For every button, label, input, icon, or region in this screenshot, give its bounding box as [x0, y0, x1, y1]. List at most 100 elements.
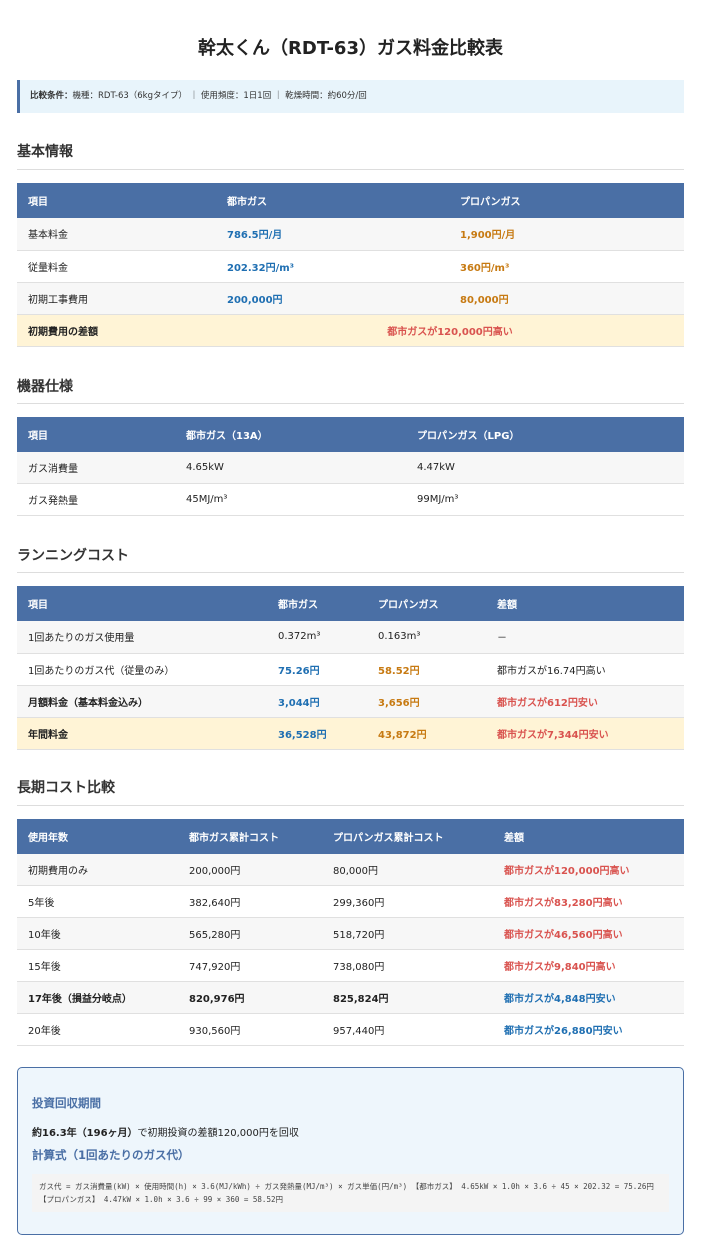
header-cell: 都市ガス（13A）	[175, 416, 406, 452]
longterm-cost-table: 使用年数 都市ガス累計コスト プロパンガス累計コスト 差額 初期費用のみ 200…	[17, 818, 684, 1046]
header-cell: 項目	[17, 416, 175, 452]
section-heading-longterm: 長期コスト比較	[17, 777, 684, 806]
propane-value: 360円/m³	[449, 250, 684, 283]
city-gas-value: 820,976円	[178, 981, 322, 1014]
header-cell: 差額	[493, 818, 684, 854]
table-row: 初期費用のみ 200,000円 80,000円 都市ガスが120,000円高い	[17, 853, 684, 886]
row-label: 15年後	[17, 949, 178, 982]
table-row: 年間料金 36,528円 43,872円 都市ガスが7,344円安い	[17, 717, 684, 750]
propane-value: 738,080円	[322, 949, 493, 982]
formula-block: ガス代 = ガス消費量(kW) × 使用時間(h) × 3.6(MJ/kWh) …	[32, 1174, 669, 1212]
propane-value: 1,900円/月	[449, 218, 684, 251]
page: 幹太くん（RDT-63）ガス料金比較表 比較条件：機種：RDT-63（6kgタイ…	[17, 0, 684, 1235]
row-label: 5年後	[17, 885, 178, 918]
row-label: 17年後（損益分岐点）	[17, 981, 178, 1014]
table-row: 基本料金 786.5円/月 1,900円/月	[17, 218, 684, 251]
table-row: 17年後（損益分岐点） 820,976円 825,824円 都市ガスが4,848…	[17, 981, 684, 1014]
propane-value: 299,360円	[322, 885, 493, 918]
table-header-row: 項目 都市ガス（13A） プロパンガス（LPG）	[17, 416, 684, 452]
header-cell: 使用年数	[17, 818, 178, 854]
row-label: 月額料金（基本料金込み）	[17, 685, 267, 718]
propane-value: 0.163m³	[367, 621, 486, 654]
row-label: 1回あたりのガス使用量	[17, 621, 267, 654]
diff-value: 都市ガスが7,344円安い	[486, 717, 684, 750]
header-cell: プロパンガス（LPG）	[406, 416, 684, 452]
table-row-diff: 初期費用の差額 都市ガスが120,000円高い	[17, 314, 684, 347]
section-heading-spec: 機器仕様	[17, 376, 684, 404]
table-header-row: 使用年数 都市ガス累計コスト プロパンガス累計コスト 差額	[17, 818, 684, 854]
diff-value: 都市ガスが16.74円高い	[486, 653, 684, 686]
payback-period: 約16.3年（196ヶ月）	[32, 1128, 138, 1139]
section-heading-running: ランニングコスト	[17, 545, 684, 573]
page-title: 幹太くん（RDT-63）ガス料金比較表	[198, 38, 503, 59]
city-gas-value: 200,000円	[178, 853, 322, 886]
diff-value: 都市ガスが9,840円高い	[493, 949, 684, 982]
propane-value: 4.47kW	[406, 451, 684, 484]
payback-summary: 約16.3年（196ヶ月）で初期投資の差額120,000円を回収	[32, 1124, 669, 1139]
row-label: 10年後	[17, 917, 178, 950]
table-header-row: 項目 都市ガス プロパンガス	[17, 183, 684, 218]
row-label: 初期工事費用	[17, 282, 216, 315]
propane-value: 518,720円	[322, 917, 493, 950]
basic-info-table: 項目 都市ガス プロパンガス 基本料金 786.5円/月 1,900円/月 従量…	[17, 183, 684, 347]
spec-table: 項目 都市ガス（13A） プロパンガス（LPG） ガス消費量 4.65kW 4.…	[17, 416, 684, 516]
diff-value: 都市ガスが83,280円高い	[493, 885, 684, 918]
table-row: 1回あたりのガス使用量 0.372m³ 0.163m³ －	[17, 621, 684, 654]
diff-value: 都市ガスが612円安い	[486, 685, 684, 718]
header-cell: 都市ガス	[216, 183, 449, 218]
propane-value: 80,000円	[449, 282, 684, 315]
header-cell: プロパンガス	[367, 586, 486, 621]
payback-box: 投資回収期間 約16.3年（196ヶ月）で初期投資の差額120,000円を回収 …	[17, 1067, 684, 1235]
conditions-bar: 比較条件：機種：RDT-63（6kgタイプ） ｜ 使用頻度：1日1回 ｜ 乾燥時…	[17, 80, 684, 113]
running-cost-table: 項目 都市ガス プロパンガス 差額 1回あたりのガス使用量 0.372m³ 0.…	[17, 586, 684, 750]
row-label: 1回あたりのガス代（従量のみ）	[17, 653, 267, 686]
city-gas-value: 36,528円	[267, 717, 367, 750]
table-row: ガス消費量 4.65kW 4.47kW	[17, 451, 684, 484]
city-gas-value: 382,640円	[178, 885, 322, 918]
header-cell: プロパンガス	[449, 183, 684, 218]
propane-value: 58.52円	[367, 653, 486, 686]
propane-value: 3,656円	[367, 685, 486, 718]
diff-value: 都市ガスが120,000円高い	[216, 314, 684, 347]
city-gas-value: 45MJ/m³	[175, 483, 406, 516]
diff-label: 初期費用の差額	[17, 314, 216, 347]
row-label: 基本料金	[17, 218, 216, 251]
city-gas-value: 3,044円	[267, 685, 367, 718]
city-gas-value: 786.5円/月	[216, 218, 449, 251]
city-gas-value: 200,000円	[216, 282, 449, 315]
header-cell: プロパンガス累計コスト	[322, 818, 493, 854]
row-label: ガス消費量	[17, 451, 175, 484]
city-gas-value: 202.32円/m³	[216, 250, 449, 283]
diff-value: 都市ガスが26,880円安い	[493, 1013, 684, 1046]
header-cell: 項目	[17, 586, 267, 621]
city-gas-value: 75.26円	[267, 653, 367, 686]
table-row: 20年後 930,560円 957,440円 都市ガスが26,880円安い	[17, 1013, 684, 1046]
row-label: 年間料金	[17, 717, 267, 750]
table-row: ガス発熱量 45MJ/m³ 99MJ/m³	[17, 483, 684, 516]
header-cell: 項目	[17, 183, 216, 218]
header-cell: 差額	[486, 586, 684, 621]
diff-value: －	[486, 621, 684, 654]
city-gas-value: 4.65kW	[175, 451, 406, 484]
city-gas-value: 565,280円	[178, 917, 322, 950]
diff-value: 都市ガスが4,848円安い	[493, 981, 684, 1014]
conditions-label: 比較条件：	[30, 91, 73, 101]
propane-value: 825,824円	[322, 981, 493, 1014]
city-gas-value: 0.372m³	[267, 621, 367, 654]
table-row: 従量料金 202.32円/m³ 360円/m³	[17, 250, 684, 283]
table-header-row: 項目 都市ガス プロパンガス 差額	[17, 586, 684, 621]
table-row: 5年後 382,640円 299,360円 都市ガスが83,280円高い	[17, 885, 684, 918]
table-row: 10年後 565,280円 518,720円 都市ガスが46,560円高い	[17, 917, 684, 950]
header-cell: 都市ガス累計コスト	[178, 818, 322, 854]
city-gas-value: 930,560円	[178, 1013, 322, 1046]
row-label: ガス発熱量	[17, 483, 175, 516]
propane-value: 43,872円	[367, 717, 486, 750]
table-row: 15年後 747,920円 738,080円 都市ガスが9,840円高い	[17, 949, 684, 982]
payback-text: で初期投資の差額120,000円を回収	[137, 1128, 299, 1139]
diff-value: 都市ガスが46,560円高い	[493, 917, 684, 950]
conditions-text: 機種：RDT-63（6kgタイプ） ｜ 使用頻度：1日1回 ｜ 乾燥時間：約60…	[72, 91, 367, 101]
diff-value: 都市ガスが120,000円高い	[493, 853, 684, 886]
formula-heading: 計算式（1回あたりのガス代）	[32, 1148, 190, 1162]
header-cell: 都市ガス	[267, 586, 367, 621]
section-heading-basic: 基本情報	[17, 141, 684, 170]
